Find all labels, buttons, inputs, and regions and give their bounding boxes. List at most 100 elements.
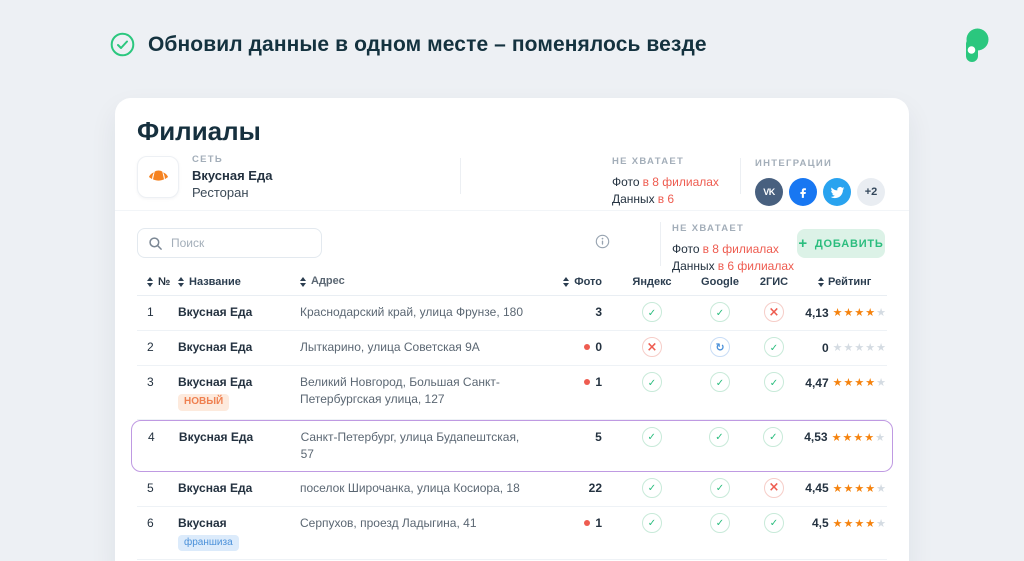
status-ok-icon — [709, 427, 729, 447]
photo-count: 0 — [595, 339, 602, 355]
column-label: № — [158, 276, 170, 288]
twitter-icon[interactable] — [823, 178, 851, 206]
status-ok-icon — [764, 337, 784, 357]
table-row[interactable]: 2Вкусная ЕдаЛыткарино, улица Советская 9… — [137, 331, 887, 366]
star-empty-icon — [876, 374, 887, 391]
branch-address: Краснодарский край, улица Фрунзе, 180 — [300, 304, 552, 321]
star-empty-icon — [875, 429, 886, 446]
branch-address: Серпухов, проезд Ладыгина, 41 — [300, 515, 552, 532]
cell-gis-status — [744, 304, 804, 322]
cell-google-status — [696, 515, 744, 533]
divider — [460, 158, 461, 194]
star-rating — [832, 429, 886, 446]
star-filled-icon — [865, 515, 876, 532]
row-number: 1 — [137, 304, 178, 320]
star-filled-icon — [844, 374, 855, 391]
divider — [115, 210, 909, 211]
status-ok-icon — [642, 302, 662, 322]
cell-rating: 4,53 — [803, 429, 886, 446]
star-filled-icon — [844, 515, 855, 532]
branch-address: Санкт-Петербург, улица Будапештская, 57 — [301, 429, 552, 463]
cell-photo-count: 22 — [552, 480, 608, 496]
network-name: Вкусная Еда — [192, 168, 272, 183]
star-filled-icon — [865, 374, 876, 391]
cell-yandex-status — [608, 374, 696, 392]
branch-name: Вкусная Еда — [178, 374, 300, 390]
cell-rating: 4,47 — [804, 374, 887, 391]
star-filled-icon — [853, 429, 864, 446]
facebook-icon[interactable] — [789, 178, 817, 206]
column-header-gis: 2ГИС — [744, 276, 804, 288]
rating-value: 0 — [822, 340, 829, 356]
missing-photo-line: Фотов 8 филиалах — [672, 241, 794, 258]
sort-icon — [300, 277, 306, 287]
status-ok-icon — [710, 513, 730, 533]
column-header-addr[interactable]: Адрес — [300, 273, 552, 290]
photo-count: 3 — [595, 304, 602, 320]
status-ok-icon — [642, 427, 662, 447]
row-number: 5 — [137, 480, 178, 496]
search-icon — [148, 236, 163, 251]
star-filled-icon — [842, 429, 853, 446]
cell-yandex-status — [608, 515, 696, 533]
photo-count: 5 — [595, 429, 602, 445]
sort-icon — [563, 277, 569, 287]
cell-yandex-status — [608, 339, 696, 357]
divider — [740, 158, 741, 194]
table-body: 1 Вкусная Еда Краснодарский край, улица Фр… — [137, 296, 887, 561]
star-filled-icon — [854, 515, 865, 532]
rating-value: 4,5 — [812, 515, 829, 531]
star-empty-icon — [833, 339, 844, 356]
missing-label: НЕ ХВАТАЕТ — [612, 153, 719, 170]
rating-value: 4,53 — [804, 429, 827, 445]
star-empty-icon — [876, 304, 887, 321]
add-branch-button[interactable]: ДОБАВИТЬ — [797, 229, 885, 258]
star-filled-icon — [844, 304, 855, 321]
alert-dot-icon — [584, 520, 590, 526]
missing-toolbar: НЕ ХВАТАЕТ Фотов 8 филиалах Данныхв 6 фи… — [672, 220, 794, 275]
search-input[interactable] — [171, 236, 311, 250]
star-filled-icon — [833, 304, 844, 321]
branch-name: Вкусная — [178, 515, 300, 531]
status-ok-icon — [642, 372, 662, 392]
alert-dot-icon — [584, 379, 590, 385]
star-rating — [833, 374, 887, 391]
star-filled-icon — [864, 429, 875, 446]
row-number: 2 — [137, 339, 178, 355]
branch-address: Лыткарино, улица Советская 9А — [300, 339, 552, 356]
cell-photo-count: 1 — [552, 374, 608, 390]
row-number: 4 — [138, 429, 179, 445]
cell-photo-count: 0 — [552, 339, 608, 355]
star-filled-icon — [844, 480, 855, 497]
cell-rating: 4,13 — [804, 304, 887, 321]
cell-rating: 0 — [804, 339, 887, 356]
column-label: Адрес — [311, 273, 345, 290]
cell-rating: 4,45 — [804, 480, 887, 497]
table-row[interactable]: 1Вкусная ЕдаКраснодарский край, улица Фр… — [137, 296, 887, 331]
more-integrations-badge[interactable]: +2 — [857, 178, 885, 206]
branch-address: поселок Широчанка, улица Косиора, 18 — [300, 480, 552, 497]
column-header-photo[interactable]: Фото — [552, 276, 608, 288]
status-ok-icon — [764, 513, 784, 533]
vk-icon[interactable]: VK — [755, 178, 783, 206]
status-fail-icon — [764, 302, 784, 322]
star-empty-icon — [876, 480, 887, 497]
status-ok-icon — [642, 513, 662, 533]
column-header-ya: Яндекс — [608, 276, 696, 288]
column-header-name[interactable]: Название — [178, 276, 300, 288]
table-row[interactable]: 3Вкусная ЕдаНОВЫЙВеликий Новгород, Больш… — [137, 366, 887, 420]
cell-name: Вкусная Еда — [179, 429, 301, 445]
page-headline: Обновил данные в одном месте – поменялос… — [148, 33, 707, 57]
star-filled-icon — [833, 515, 844, 532]
star-empty-icon — [876, 339, 887, 356]
info-icon[interactable] — [595, 234, 610, 254]
column-header-num[interactable]: № — [137, 276, 178, 288]
star-rating — [833, 480, 887, 497]
table-row[interactable]: 6ВкуснаяфраншизаСерпухов, проезд Ладыгин… — [137, 507, 887, 561]
star-filled-icon — [854, 374, 865, 391]
table-row[interactable]: 5Вкусная Едапоселок Широчанка, улица Кос… — [137, 472, 887, 507]
table-row[interactable]: 4Вкусная ЕдаСанкт-Петербург, улица Будап… — [131, 420, 893, 472]
column-header-rating[interactable]: Рейтинг — [804, 276, 887, 288]
sort-icon — [818, 277, 824, 287]
cell-photo-count: 1 — [552, 515, 608, 531]
